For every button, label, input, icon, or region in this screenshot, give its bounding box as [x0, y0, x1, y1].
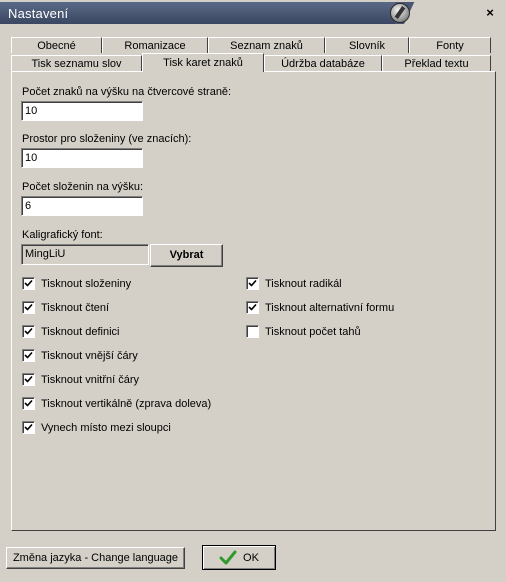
checkbox-label: Tisknout složeniny — [41, 277, 132, 290]
checkbox-box[interactable] — [22, 397, 35, 410]
compounds-count-input[interactable]: 6 — [21, 196, 143, 216]
tab-udrzba-databaze[interactable]: Údržba databáze — [264, 55, 382, 71]
app-logo-icon — [390, 3, 410, 23]
checkbox-label: Tisknout vnější čáry — [41, 349, 138, 362]
check-icon — [24, 351, 33, 359]
checkbox-label: Tisknout počet tahů — [265, 325, 361, 338]
ok-label: OK — [243, 551, 259, 564]
window-title: Nastavení — [8, 6, 69, 21]
checkbox-left-4[interactable]: Tisknout vnitřní čáry — [22, 373, 139, 386]
checkbox-right-0[interactable]: Tisknout radikál — [246, 277, 342, 290]
checkbox-left-6[interactable]: Vynech místo mezi sloupci — [22, 421, 171, 434]
checkbox-left-0[interactable]: Tisknout složeniny — [22, 277, 131, 290]
checkbox-right-2[interactable]: Tisknout počet tahů — [246, 325, 361, 338]
checkmark-icon — [219, 550, 237, 566]
checkbox-left-3[interactable]: Tisknout vnější čáry — [22, 349, 138, 362]
checkbox-box[interactable] — [22, 373, 35, 386]
tab-preklad-textu[interactable]: Překlad textu — [382, 55, 491, 71]
tab-seznam-znaku[interactable]: Seznam znaků — [208, 37, 325, 53]
tab-slovnik[interactable]: Slovník — [325, 37, 409, 53]
chars-height-input[interactable]: 10 — [21, 101, 143, 121]
compound-space-label: Prostor pro složeniny (ve znacích): — [22, 133, 192, 145]
check-icon — [248, 303, 257, 311]
tab-tisk-karet-znaku[interactable]: Tisk karet znaků — [142, 53, 264, 72]
choose-font-button[interactable]: Vybrat — [150, 244, 223, 267]
calligraphy-font-field: MingLiU — [21, 244, 149, 265]
checkbox-label: Tisknout definici — [41, 325, 120, 338]
checkbox-label: Vynech místo mezi sloupci — [41, 421, 171, 434]
checkbox-right-1[interactable]: Tisknout alternativní formu — [246, 301, 394, 314]
checkbox-left-2[interactable]: Tisknout definici — [22, 325, 119, 338]
checkbox-box[interactable] — [22, 325, 35, 338]
checkbox-label: Tisknout alternativní formu — [265, 301, 395, 314]
close-button[interactable]: × — [482, 5, 498, 21]
checkbox-label: Tisknout vnitřní čáry — [41, 373, 140, 386]
tab-obecne[interactable]: Obecné — [11, 37, 102, 53]
check-icon — [24, 279, 33, 287]
checkbox-left-1[interactable]: Tisknout čtení — [22, 301, 109, 314]
checkbox-box[interactable] — [22, 349, 35, 362]
check-icon — [24, 327, 33, 335]
tab-fonty[interactable]: Fonty — [409, 37, 491, 53]
tab-romanizace[interactable]: Romanizace — [102, 37, 208, 53]
checkbox-label: Tisknout čtení — [41, 301, 110, 314]
check-icon — [24, 375, 33, 383]
title-bar[interactable]: Nastavení × — [0, 0, 506, 26]
checkbox-left-5[interactable]: Tisknout vertikálně (zprava doleva) — [22, 397, 211, 410]
checkbox-box[interactable] — [22, 421, 35, 434]
checkbox-label: Tisknout vertikálně (zprava doleva) — [41, 397, 212, 410]
tab-tisk-seznamu-slov[interactable]: Tisk seznamu slov — [11, 55, 142, 71]
checkbox-label: Tisknout radikál — [265, 277, 342, 290]
check-icon — [24, 399, 33, 407]
check-icon — [24, 423, 33, 431]
compounds-count-label: Počet složenin na výšku: — [22, 181, 144, 193]
checkbox-box[interactable] — [246, 301, 259, 314]
chars-height-label: Počet znaků na výšku na čtvercové straně… — [22, 86, 232, 98]
compound-space-input[interactable]: 10 — [21, 148, 143, 168]
change-language-button[interactable]: Změna jazyka - Change language — [6, 547, 185, 569]
checkbox-box[interactable] — [246, 277, 259, 290]
ok-button[interactable]: OK — [202, 545, 276, 570]
calligraphy-font-label: Kaligrafický font: — [22, 229, 103, 241]
check-icon — [24, 303, 33, 311]
check-icon — [248, 279, 257, 287]
settings-window: Nastavení × Obecné Romanizace Seznam zna… — [0, 0, 506, 582]
checkbox-box[interactable] — [246, 325, 259, 338]
checkbox-box[interactable] — [22, 277, 35, 290]
checkbox-box[interactable] — [22, 301, 35, 314]
